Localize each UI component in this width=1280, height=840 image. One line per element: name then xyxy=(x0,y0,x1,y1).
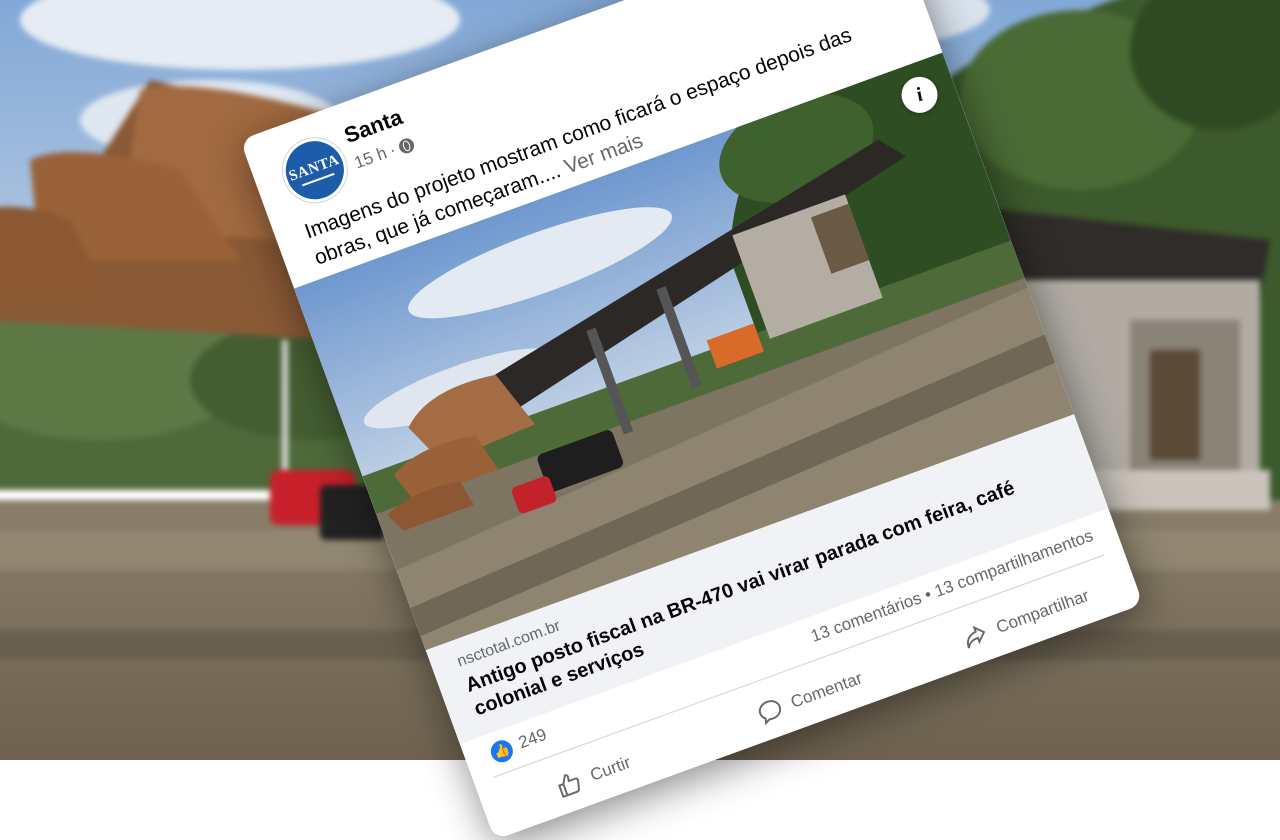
post-timestamp[interactable]: 15 h xyxy=(352,143,390,173)
thumbs-up-icon: 👍 xyxy=(487,737,516,766)
comment-label: Comentar xyxy=(788,667,865,712)
like-label: Curtir xyxy=(587,752,633,785)
share-icon xyxy=(967,625,986,648)
reactions-count[interactable]: 249 xyxy=(516,725,550,753)
like-icon xyxy=(558,773,580,798)
comment-icon xyxy=(758,699,781,725)
page-avatar[interactable]: SANTA xyxy=(273,129,356,212)
globe-icon xyxy=(396,135,416,156)
stats-dot: • xyxy=(921,584,935,605)
